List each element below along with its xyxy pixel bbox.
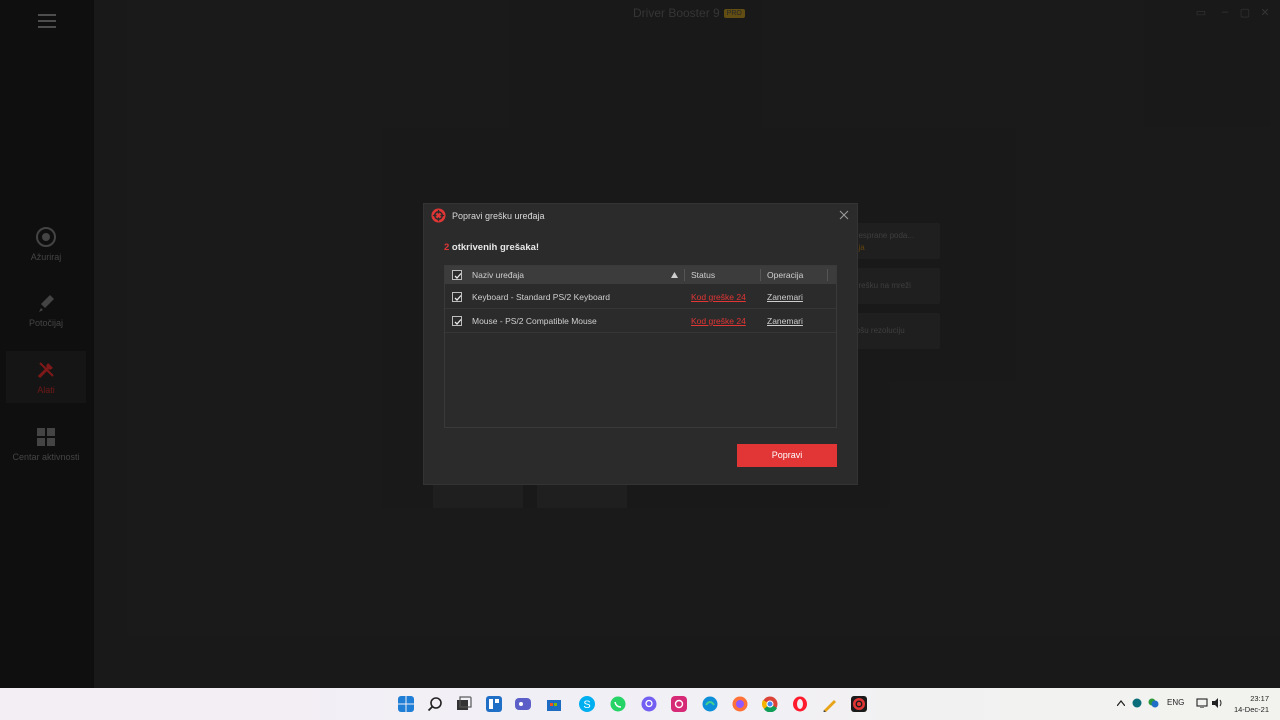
volume-icon[interactable] xyxy=(1211,698,1223,708)
svg-text:S: S xyxy=(583,699,590,711)
clock-date: 14-Dec-21 xyxy=(1233,705,1269,714)
widgets-icon[interactable] xyxy=(486,696,502,712)
network-icon[interactable] xyxy=(1196,698,1208,708)
fix-button[interactable]: Popravi xyxy=(737,444,837,467)
row-checkbox[interactable] xyxy=(452,292,462,302)
app-window: Ažuriraj Potočijaj Alati Centar aktivnos… xyxy=(0,0,1280,688)
windows-start-icon[interactable] xyxy=(398,696,414,712)
skype-icon[interactable]: S xyxy=(579,696,595,712)
taskbar: S ENG 23:17 14-Dec-21 xyxy=(0,688,1280,720)
column-header-operation[interactable]: Operacija xyxy=(767,270,803,280)
device-error-table: Naziv uređaja Status Operacija Keyboard … xyxy=(444,265,837,428)
tray-app-icon[interactable] xyxy=(1132,698,1142,708)
table-header: Naziv uređaja Status Operacija xyxy=(445,266,836,284)
edge-icon[interactable] xyxy=(702,696,718,712)
ignore-link[interactable]: Zanemari xyxy=(767,292,803,302)
error-count-headline: 2 otkrivenih grešaka! xyxy=(444,242,539,253)
device-name: Keyboard - Standard PS/2 Keyboard xyxy=(472,292,610,302)
security-icon[interactable] xyxy=(1148,698,1159,708)
ignore-link[interactable]: Zanemari xyxy=(767,316,803,326)
chevron-up-icon[interactable] xyxy=(1117,700,1125,706)
dialog-title: Popravi grešku uređaja xyxy=(452,211,545,221)
pen-tool-icon[interactable] xyxy=(822,696,838,712)
firefox-icon[interactable] xyxy=(732,696,748,712)
error-count-text: otkrivenih grešaka! xyxy=(449,242,540,253)
error-code-link[interactable]: Kod greške 24 xyxy=(691,292,746,302)
chrome-icon[interactable] xyxy=(762,696,778,712)
clock-time: 23:17 xyxy=(1250,694,1269,703)
microsoft-store-icon[interactable] xyxy=(546,696,562,712)
driver-booster-taskbar-icon[interactable] xyxy=(851,696,867,712)
column-header-name[interactable]: Naziv uređaja xyxy=(472,270,524,280)
close-icon[interactable] xyxy=(837,208,851,222)
opera-icon[interactable] xyxy=(792,696,808,712)
column-header-status[interactable]: Status xyxy=(691,270,715,280)
column-divider xyxy=(760,269,761,281)
select-all-checkbox[interactable] xyxy=(452,270,462,280)
error-code-link[interactable]: Kod greške 24 xyxy=(691,316,746,326)
search-icon[interactable] xyxy=(427,696,443,712)
table-row: Keyboard - Standard PS/2 Keyboard Kod gr… xyxy=(445,285,836,309)
sort-ascending-icon[interactable] xyxy=(671,272,678,278)
viber-icon[interactable] xyxy=(641,696,657,712)
teams-chat-icon[interactable] xyxy=(515,696,531,712)
device-name: Mouse - PS/2 Compatible Mouse xyxy=(472,316,597,326)
clock[interactable]: 23:17 14-Dec-21 xyxy=(1234,693,1269,715)
column-divider xyxy=(827,269,828,281)
driver-booster-logo-icon xyxy=(431,208,446,223)
column-divider xyxy=(684,269,685,281)
table-row: Mouse - PS/2 Compatible Mouse Kod greške… xyxy=(445,309,836,333)
task-view-icon[interactable] xyxy=(456,696,472,712)
language-indicator[interactable]: ENG xyxy=(1167,698,1184,707)
checkmark-icon xyxy=(454,295,462,301)
row-checkbox[interactable] xyxy=(452,316,462,326)
whatsapp-icon[interactable] xyxy=(610,696,626,712)
instagram-icon[interactable] xyxy=(671,696,687,712)
fix-device-error-dialog: Popravi grešku uređaja 2 otkrivenih greš… xyxy=(424,204,857,484)
checkmark-icon xyxy=(454,273,462,279)
checkmark-icon xyxy=(454,319,462,325)
